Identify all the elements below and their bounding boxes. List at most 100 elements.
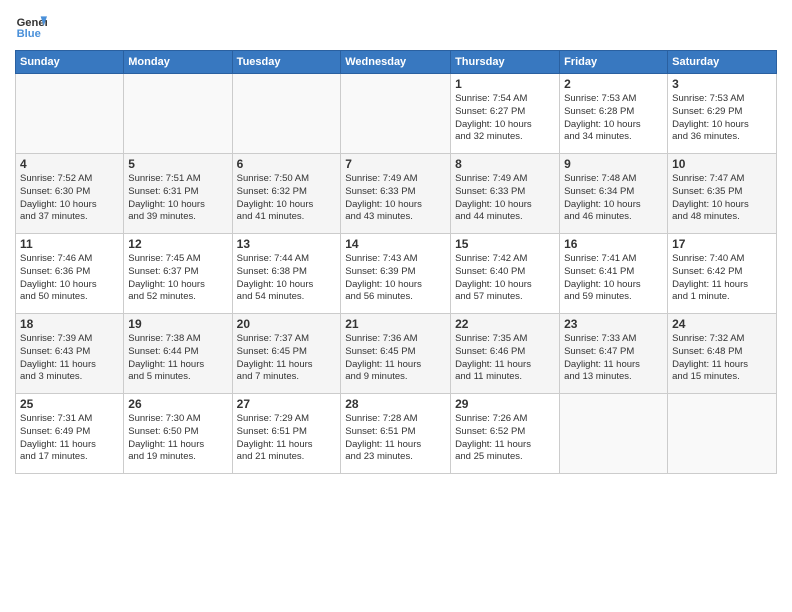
calendar-cell: 29 Sunrise: 7:26 AM Sunset: 6:52 PM Dayli… [451, 394, 560, 474]
week-row-1: 1 Sunrise: 7:54 AM Sunset: 6:27 PM Daylig… [16, 74, 777, 154]
day-header-friday: Friday [560, 51, 668, 74]
calendar-table: SundayMondayTuesdayWednesdayThursdayFrid… [15, 50, 777, 474]
day-number: 28 [345, 397, 446, 411]
day-info: Sunrise: 7:43 AM Sunset: 6:39 PM Dayligh… [345, 253, 446, 304]
calendar-cell: 11 Sunrise: 7:46 AM Sunset: 6:36 PM Dayli… [16, 234, 124, 314]
day-info: Sunrise: 7:40 AM Sunset: 6:42 PM Dayligh… [672, 253, 772, 304]
day-number: 7 [345, 157, 446, 171]
day-info: Sunrise: 7:29 AM Sunset: 6:51 PM Dayligh… [237, 413, 337, 464]
day-number: 10 [672, 157, 772, 171]
day-header-thursday: Thursday [451, 51, 560, 74]
day-header-saturday: Saturday [668, 51, 777, 74]
day-info: Sunrise: 7:38 AM Sunset: 6:44 PM Dayligh… [128, 333, 227, 384]
day-info: Sunrise: 7:45 AM Sunset: 6:37 PM Dayligh… [128, 253, 227, 304]
day-header-sunday: Sunday [16, 51, 124, 74]
calendar-cell: 19 Sunrise: 7:38 AM Sunset: 6:44 PM Dayli… [124, 314, 232, 394]
day-info: Sunrise: 7:33 AM Sunset: 6:47 PM Dayligh… [564, 333, 663, 384]
day-number: 26 [128, 397, 227, 411]
day-info: Sunrise: 7:32 AM Sunset: 6:48 PM Dayligh… [672, 333, 772, 384]
day-info: Sunrise: 7:49 AM Sunset: 6:33 PM Dayligh… [455, 173, 555, 224]
day-number: 29 [455, 397, 555, 411]
calendar-cell: 2 Sunrise: 7:53 AM Sunset: 6:28 PM Daylig… [560, 74, 668, 154]
day-info: Sunrise: 7:26 AM Sunset: 6:52 PM Dayligh… [455, 413, 555, 464]
day-info: Sunrise: 7:54 AM Sunset: 6:27 PM Dayligh… [455, 93, 555, 144]
day-info: Sunrise: 7:47 AM Sunset: 6:35 PM Dayligh… [672, 173, 772, 224]
calendar-cell: 10 Sunrise: 7:47 AM Sunset: 6:35 PM Dayli… [668, 154, 777, 234]
day-number: 18 [20, 317, 119, 331]
day-number: 11 [20, 237, 119, 251]
day-info: Sunrise: 7:41 AM Sunset: 6:41 PM Dayligh… [564, 253, 663, 304]
day-info: Sunrise: 7:48 AM Sunset: 6:34 PM Dayligh… [564, 173, 663, 224]
calendar-cell [16, 74, 124, 154]
page-container: General Blue SundayMondayTuesdayWednesda… [0, 0, 792, 484]
day-info: Sunrise: 7:46 AM Sunset: 6:36 PM Dayligh… [20, 253, 119, 304]
logo: General Blue [15, 10, 51, 42]
calendar-cell: 21Sunrise: 7:36 AM Sunset: 6:45 PM Dayli… [341, 314, 451, 394]
day-number: 12 [128, 237, 227, 251]
page-header: General Blue [15, 10, 777, 42]
day-info: Sunrise: 7:42 AM Sunset: 6:40 PM Dayligh… [455, 253, 555, 304]
day-number: 3 [672, 77, 772, 91]
day-number: 23 [564, 317, 663, 331]
calendar-cell: 9 Sunrise: 7:48 AM Sunset: 6:34 PM Daylig… [560, 154, 668, 234]
day-header-tuesday: Tuesday [232, 51, 341, 74]
day-info: Sunrise: 7:49 AM Sunset: 6:33 PM Dayligh… [345, 173, 446, 224]
day-number: 13 [237, 237, 337, 251]
day-info: Sunrise: 7:28 AM Sunset: 6:51 PM Dayligh… [345, 413, 446, 464]
calendar-cell: 6 Sunrise: 7:50 AM Sunset: 6:32 PM Daylig… [232, 154, 341, 234]
day-number: 2 [564, 77, 663, 91]
day-info: Sunrise: 7:53 AM Sunset: 6:29 PM Dayligh… [672, 93, 772, 144]
calendar-cell: 12 Sunrise: 7:45 AM Sunset: 6:37 PM Dayli… [124, 234, 232, 314]
day-info: Sunrise: 7:39 AM Sunset: 6:43 PM Dayligh… [20, 333, 119, 384]
day-number: 17 [672, 237, 772, 251]
calendar-cell: 18 Sunrise: 7:39 AM Sunset: 6:43 PM Dayli… [16, 314, 124, 394]
calendar-cell [232, 74, 341, 154]
day-header-wednesday: Wednesday [341, 51, 451, 74]
day-info: Sunrise: 7:36 AM Sunset: 6:45 PM Dayligh… [345, 333, 446, 384]
day-number: 24 [672, 317, 772, 331]
day-number: 4 [20, 157, 119, 171]
day-info: Sunrise: 7:50 AM Sunset: 6:32 PM Dayligh… [237, 173, 337, 224]
day-info: Sunrise: 7:30 AM Sunset: 6:50 PM Dayligh… [128, 413, 227, 464]
calendar-cell: 5Sunrise: 7:51 AM Sunset: 6:31 PM Daylig… [124, 154, 232, 234]
week-row-4: 18 Sunrise: 7:39 AM Sunset: 6:43 PM Dayli… [16, 314, 777, 394]
day-header-monday: Monday [124, 51, 232, 74]
day-info: Sunrise: 7:35 AM Sunset: 6:46 PM Dayligh… [455, 333, 555, 384]
day-number: 22 [455, 317, 555, 331]
calendar-cell: 7 Sunrise: 7:49 AM Sunset: 6:33 PM Daylig… [341, 154, 451, 234]
calendar-cell: 1 Sunrise: 7:54 AM Sunset: 6:27 PM Daylig… [451, 74, 560, 154]
calendar-cell: 24 Sunrise: 7:32 AM Sunset: 6:48 PM Dayli… [668, 314, 777, 394]
logo-icon: General Blue [15, 10, 47, 42]
day-number: 16 [564, 237, 663, 251]
day-number: 9 [564, 157, 663, 171]
header-row: SundayMondayTuesdayWednesdayThursdayFrid… [16, 51, 777, 74]
day-info: Sunrise: 7:31 AM Sunset: 6:49 PM Dayligh… [20, 413, 119, 464]
calendar-cell [668, 394, 777, 474]
week-row-5: 25Sunrise: 7:31 AM Sunset: 6:49 PM Dayli… [16, 394, 777, 474]
week-row-2: 4 Sunrise: 7:52 AM Sunset: 6:30 PM Daylig… [16, 154, 777, 234]
calendar-cell: 4 Sunrise: 7:52 AM Sunset: 6:30 PM Daylig… [16, 154, 124, 234]
day-number: 20 [237, 317, 337, 331]
day-number: 15 [455, 237, 555, 251]
day-number: 6 [237, 157, 337, 171]
svg-text:Blue: Blue [17, 28, 41, 40]
calendar-cell: 26 Sunrise: 7:30 AM Sunset: 6:50 PM Dayli… [124, 394, 232, 474]
calendar-cell: 13Sunrise: 7:44 AM Sunset: 6:38 PM Dayli… [232, 234, 341, 314]
calendar-cell: 16 Sunrise: 7:41 AM Sunset: 6:41 PM Dayli… [560, 234, 668, 314]
day-number: 8 [455, 157, 555, 171]
calendar-cell: 14 Sunrise: 7:43 AM Sunset: 6:39 PM Dayli… [341, 234, 451, 314]
calendar-cell: 25Sunrise: 7:31 AM Sunset: 6:49 PM Dayli… [16, 394, 124, 474]
calendar-cell: 8 Sunrise: 7:49 AM Sunset: 6:33 PM Daylig… [451, 154, 560, 234]
calendar-cell: 15 Sunrise: 7:42 AM Sunset: 6:40 PM Dayli… [451, 234, 560, 314]
day-number: 1 [455, 77, 555, 91]
day-number: 27 [237, 397, 337, 411]
day-info: Sunrise: 7:52 AM Sunset: 6:30 PM Dayligh… [20, 173, 119, 224]
day-number: 14 [345, 237, 446, 251]
day-info: Sunrise: 7:53 AM Sunset: 6:28 PM Dayligh… [564, 93, 663, 144]
day-info: Sunrise: 7:51 AM Sunset: 6:31 PM Dayligh… [128, 173, 227, 224]
day-info: Sunrise: 7:37 AM Sunset: 6:45 PM Dayligh… [237, 333, 337, 384]
day-number: 19 [128, 317, 227, 331]
calendar-cell [341, 74, 451, 154]
calendar-cell: 27 Sunrise: 7:29 AM Sunset: 6:51 PM Dayli… [232, 394, 341, 474]
calendar-header: SundayMondayTuesdayWednesdayThursdayFrid… [16, 51, 777, 74]
